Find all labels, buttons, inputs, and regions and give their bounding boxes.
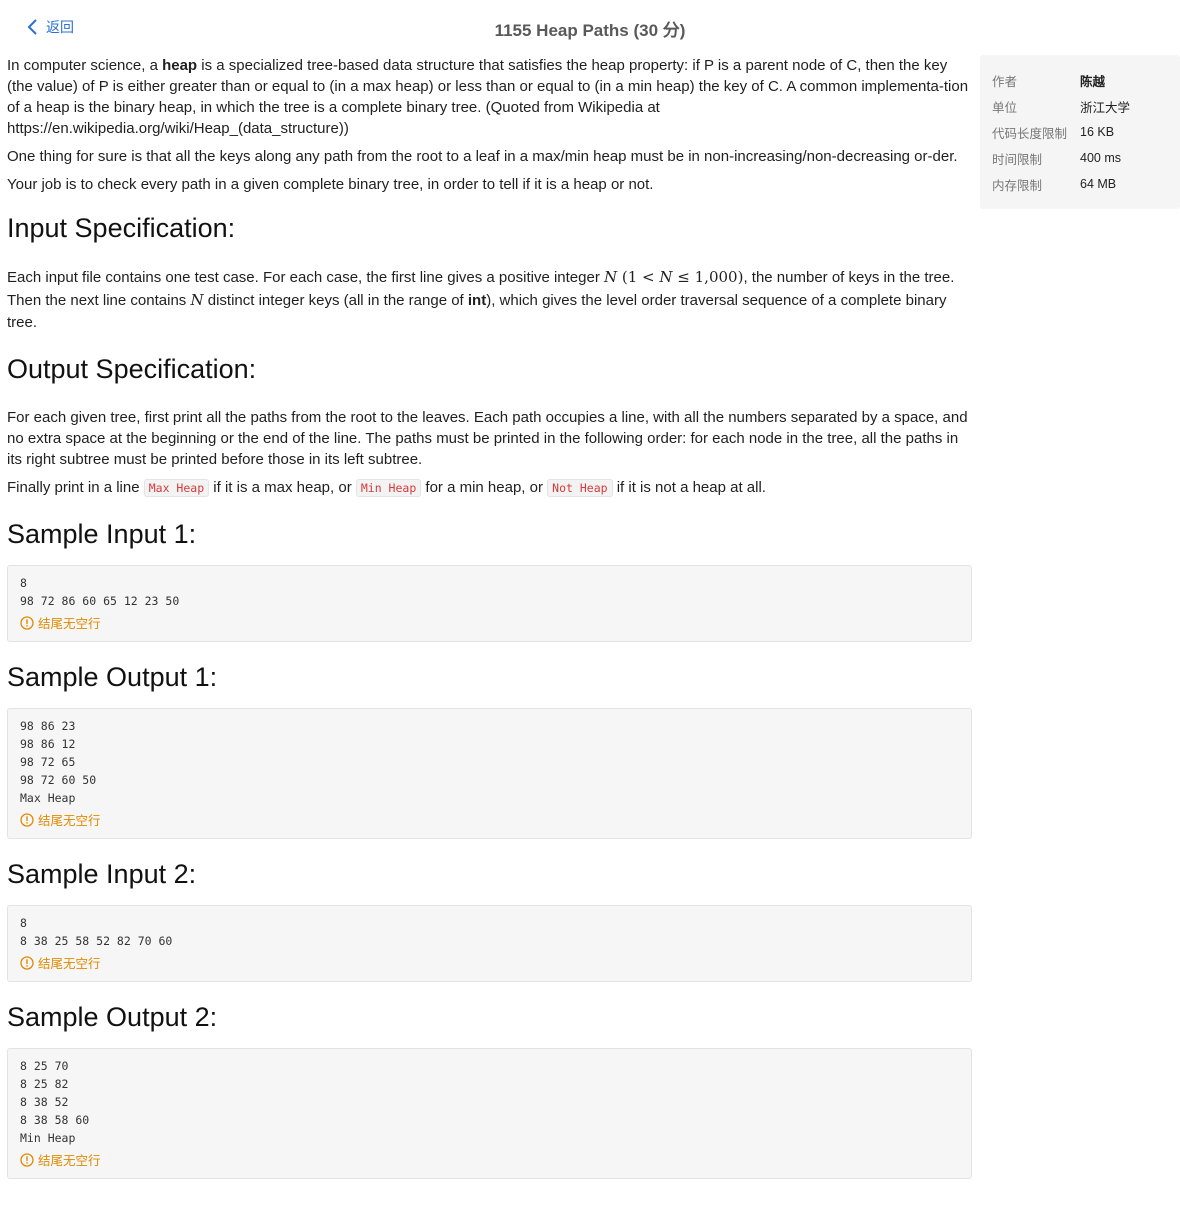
note-text: 结尾无空行	[38, 617, 101, 631]
text: Each input file contains one test case. …	[7, 269, 604, 286]
no-trailing-newline-note: 结尾无空行	[20, 613, 959, 632]
input-spec-heading: Input Specification:	[7, 213, 236, 243]
info-label: 单位	[992, 100, 1018, 115]
info-value: 陈越	[1080, 74, 1106, 89]
math-n: N	[190, 291, 204, 309]
input-spec-text: Each input file contains one test case. …	[7, 266, 972, 334]
top-bar: 返回 1155 Heap Paths (30 分)	[0, 0, 1180, 56]
code-text: 8 8 38 25 58 52 82 70 60	[20, 916, 173, 948]
bold-text: int	[467, 292, 487, 309]
info-value: 64 MB	[1080, 177, 1117, 191]
info-value: 浙江大学	[1080, 100, 1131, 115]
info-label: 代码长度限制	[992, 126, 1068, 141]
sample-input-2-heading: Sample Input 2:	[7, 859, 197, 889]
text: if it is a max heap, or	[209, 479, 356, 496]
output-spec-heading: Output Specification:	[7, 354, 257, 384]
page-title: 1155 Heap Paths (30 分)	[494, 21, 686, 40]
note-text: 结尾无空行	[38, 1154, 101, 1168]
sample-output-1-heading: Sample Output 1:	[7, 662, 218, 692]
text: distinct integer keys (all in the range …	[203, 292, 468, 309]
text: In computer science, a	[7, 57, 163, 74]
info-row-mem-limit: 内存限制 64 MB	[992, 171, 1168, 197]
exclamation-circle-icon	[20, 615, 34, 630]
exclamation-circle-icon	[20, 1152, 34, 1167]
info-label: 作者	[992, 74, 1018, 89]
note-text: 结尾无空行	[38, 957, 101, 971]
inline-code-not-heap: Not Heap	[547, 479, 613, 497]
sample-input-2-block[interactable]: 8 8 38 25 58 52 82 70 60 结尾无空行	[7, 905, 972, 982]
bold-text: heap	[162, 57, 198, 74]
note-text: 结尾无空行	[38, 814, 101, 828]
desc-paragraph-2: One thing for sure is that all the keys …	[7, 148, 958, 165]
sample-output-2-block[interactable]: 8 25 70 8 25 82 8 38 52 8 38 58 60 Min H…	[7, 1048, 972, 1179]
output-spec-text: For each given tree, first print all the…	[7, 409, 968, 468]
info-label: 内存限制	[992, 178, 1043, 193]
inline-code-min-heap: Min Heap	[355, 479, 422, 497]
no-trailing-newline-note: 结尾无空行	[20, 953, 959, 972]
info-value: 16 KB	[1080, 125, 1115, 139]
no-trailing-newline-note: 结尾无空行	[20, 810, 959, 829]
code-text: 8 25 70 8 25 82 8 38 52 8 38 58 60 Min H…	[20, 1059, 90, 1145]
desc-paragraph-3: Your job is to check every path in a giv…	[7, 176, 654, 193]
text: Finally print in a line	[7, 479, 144, 496]
math-range: ≤ 1,000)	[672, 268, 744, 286]
info-value: 400 ms	[1080, 151, 1121, 165]
info-row-org: 单位 浙江大学	[992, 93, 1168, 119]
output-spec-final: Finally print in a line Max Heap if it i…	[7, 477, 972, 499]
math-range: (1 <	[617, 268, 660, 286]
code-text: 98 86 23 98 86 12 98 72 65 98 72 60 50 M…	[20, 719, 97, 805]
math-n: N	[659, 268, 673, 286]
sample-input-1-block[interactable]: 8 98 72 86 60 65 12 23 50 结尾无空行	[7, 565, 972, 642]
exclamation-circle-icon	[20, 812, 34, 827]
inline-code-max-heap: Max Heap	[143, 479, 210, 497]
code-text: 8 98 72 86 60 65 12 23 50	[20, 576, 180, 608]
problem-info-panel: 作者 陈越 单位 浙江大学 代码长度限制 16 KB 时间限制 400 ms 内存限制 6…	[980, 55, 1180, 209]
problem-content: In computer science, a heap is a special…	[7, 55, 972, 1179]
sample-output-1-block[interactable]: 98 86 23 98 86 12 98 72 65 98 72 60 50 M…	[7, 708, 972, 839]
info-row-time-limit: 时间限制 400 ms	[992, 145, 1168, 171]
info-row-code-limit: 代码长度限制 16 KB	[992, 119, 1168, 145]
sample-output-2-heading: Sample Output 2:	[7, 1002, 218, 1032]
desc-paragraph-1: In computer science, a heap is a special…	[7, 55, 972, 139]
info-row-author: 作者 陈越	[992, 67, 1168, 93]
exclamation-circle-icon	[20, 955, 34, 970]
sample-input-1-heading: Sample Input 1:	[7, 519, 197, 549]
math-n: N	[604, 268, 618, 286]
text: for a min heap, or	[421, 479, 548, 496]
no-trailing-newline-note: 结尾无空行	[20, 1150, 959, 1169]
text: if it is not a heap at all.	[612, 479, 766, 496]
info-label: 时间限制	[992, 152, 1043, 167]
